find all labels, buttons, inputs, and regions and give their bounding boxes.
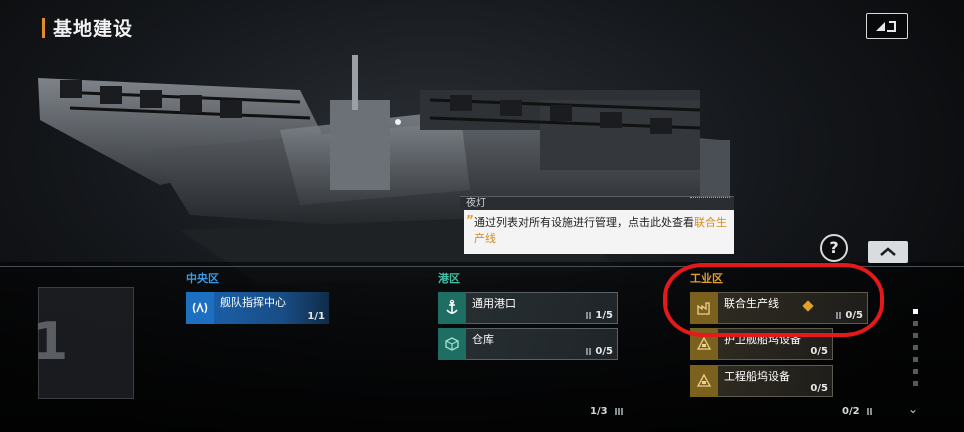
facility-name: 通用港口 [472,297,516,310]
page-dot [913,333,918,338]
anchor-icon [438,292,466,324]
level-bars-icon [586,310,592,321]
dialog-body: ” 通过列表对所有设施进行管理，点击此处查看联合生产线 [464,210,734,254]
back-arrow-icon [876,21,896,32]
facility-count: 1/5 [595,310,613,321]
chevron-up-icon [880,247,896,256]
page-dot [913,357,918,362]
facility-count: 0/5 [595,346,613,357]
section-label-central: 中央区 [186,272,219,285]
dialog-speaker: 夜灯 [460,196,734,210]
facility-count-wrap: 1/5 [586,310,613,321]
cube-icon [438,328,466,360]
facility-name: 舰队指挥中心 [220,296,286,309]
facility-count: 1/1 [307,311,325,322]
title-accent-bar [42,17,45,38]
page-dot-active [913,309,918,314]
page-title: 基地建设 [53,18,134,40]
page-dot [913,345,918,350]
facility-name: 工程船坞设备 [724,370,790,383]
question-icon: ? [829,238,839,257]
facility-card-body: 通用港口 1/5 [466,292,618,324]
facility-count-wrap: 0/5 [586,346,613,357]
help-button[interactable]: ? [820,234,848,262]
level-bars-icon [586,346,592,357]
quote-mark-icon: ” [466,213,474,227]
facility-count: 0/5 [810,346,828,357]
facility-engineering-dock[interactable]: 工程船坞设备 0/5 [690,365,833,397]
page-dot [913,369,918,374]
page-indicator[interactable] [913,309,919,393]
facility-card-body: 舰队指挥中心 1/1 [214,292,329,324]
signal-icon [186,292,214,324]
floor-number: 1 [32,312,69,372]
section-label-port: 港区 [438,272,460,285]
header-dots-decoration [690,197,730,198]
mothership-model [38,55,730,285]
page-dot [913,381,918,386]
facility-fleet-command[interactable]: 舰队指挥中心 1/1 [186,292,329,324]
port-section-count: 1/3 [590,406,608,417]
back-button[interactable] [866,13,908,39]
industry-section-count: 0/2 [842,406,860,417]
guide-dialog[interactable]: 夜灯 ” 通过列表对所有设施进行管理，点击此处查看联合生产线 [460,196,734,254]
dock-icon [690,365,718,397]
page-dot [913,321,918,326]
page-header: 基地建设 [42,14,133,41]
collapse-panel-button[interactable] [868,241,908,263]
port-section-count-wrap: 1/3 [590,406,627,417]
facility-general-port[interactable]: 通用港口 1/5 [438,292,618,324]
scroll-down-icon[interactable]: ⌄ [908,402,918,416]
highlight-ring [663,263,884,337]
facility-warehouse[interactable]: 仓库 0/5 [438,328,618,360]
level-bars-icon [867,406,873,417]
facility-name: 仓库 [472,333,494,346]
facility-card-body: 仓库 0/5 [466,328,618,360]
dialog-text: 通过列表对所有设施进行管理，点击此处查看 [474,216,694,229]
level-bars-icon [615,406,624,417]
industry-section-count-wrap: 0/2 [842,406,876,417]
facility-count: 0/5 [810,383,828,394]
facility-card-body: 工程船坞设备 0/5 [718,365,833,397]
speaker-name: 夜灯 [466,198,486,209]
